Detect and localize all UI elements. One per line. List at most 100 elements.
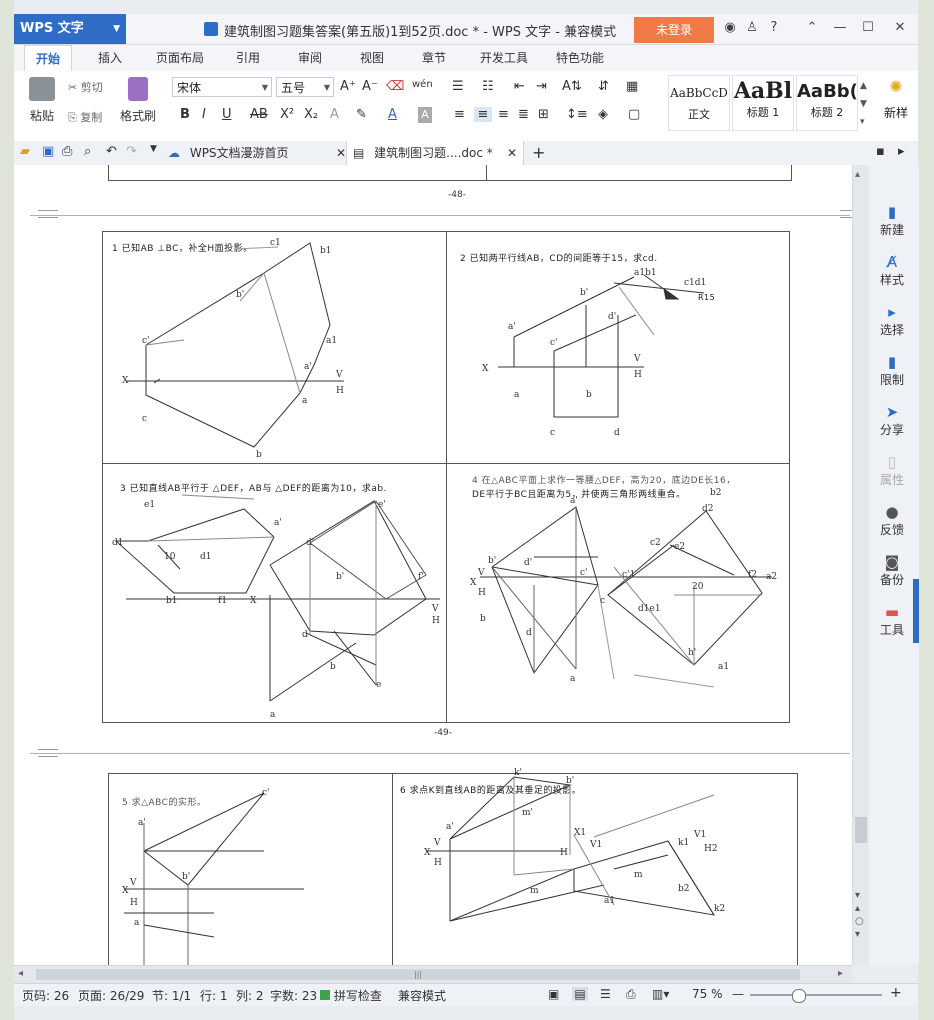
align-center-icon[interactable]: ≡ xyxy=(474,107,492,122)
minimize-icon[interactable]: — xyxy=(832,20,848,36)
spell-check-button[interactable]: 拼写检查 xyxy=(320,987,382,1004)
scroll-nav-icons[interactable]: ▾ ▴ ○ ▾ xyxy=(855,889,864,941)
horizontal-scrollbar[interactable]: ◂ ||| ▸ xyxy=(14,965,852,984)
panel-properties[interactable]: ▯ 属性 xyxy=(865,453,919,488)
new-tab-icon[interactable]: + xyxy=(532,143,545,162)
quick-access-dropdown-icon[interactable]: ▼ xyxy=(150,144,157,154)
print-preview-icon[interactable]: ⌕ xyxy=(84,144,91,159)
redo-icon[interactable]: ↷ xyxy=(126,144,137,159)
font-size-select[interactable]: 五号 ▼ xyxy=(276,77,334,97)
shrink-font-icon[interactable]: A⁻ xyxy=(362,79,378,94)
scrollbar-thumb[interactable] xyxy=(855,817,867,843)
text-effect-icon[interactable]: A xyxy=(330,107,339,122)
text-direction-icon[interactable]: A⇅ xyxy=(562,79,582,94)
format-painter-button[interactable]: 格式刷 xyxy=(118,77,158,124)
collapse-ribbon-icon[interactable]: ⌃ xyxy=(804,20,820,36)
panel-backup[interactable]: ◙ 备份 xyxy=(865,553,919,588)
tab-home[interactable]: 开始 xyxy=(24,45,72,72)
decrease-indent-icon[interactable]: ⇤ xyxy=(514,79,525,94)
distribute-icon[interactable]: ⊞ xyxy=(538,107,549,122)
copy-button[interactable]: ⎘ 复制 xyxy=(68,109,102,125)
reading-view-icon[interactable]: ▥▾ xyxy=(652,987,669,1001)
underline-icon[interactable]: U xyxy=(222,107,232,122)
login-button[interactable]: 未登录 xyxy=(634,17,714,43)
align-right-icon[interactable]: ≡ xyxy=(498,107,509,122)
font-name-select[interactable]: 宋体 ▼ xyxy=(172,77,272,97)
table-icon[interactable]: ▦ xyxy=(626,79,638,94)
zoom-out-icon[interactable]: — xyxy=(732,987,744,1001)
tab-wps-home[interactable]: ☁ WPS文档漫游首页 ✕ xyxy=(168,141,346,165)
paste-button[interactable]: 粘贴 xyxy=(22,77,62,124)
borders-icon[interactable]: ▢ xyxy=(628,107,640,122)
full-screen-icon[interactable]: ▣ xyxy=(548,987,559,1001)
bullet-list-icon[interactable]: ☰ xyxy=(452,79,464,94)
scroll-left-icon[interactable]: ◂ xyxy=(18,968,23,979)
maximize-icon[interactable]: ☐ xyxy=(860,20,876,36)
cut-button[interactable]: ✂ 剪切 xyxy=(68,79,103,95)
tab-view[interactable]: 视图 xyxy=(352,45,392,71)
highlight-icon[interactable]: ✎ xyxy=(356,107,367,122)
superscript-icon[interactable]: X² xyxy=(280,107,294,122)
font-color-icon[interactable]: A xyxy=(388,107,397,122)
zoom-level[interactable]: 75 % xyxy=(692,987,723,1001)
strikethrough-icon[interactable]: AB xyxy=(250,107,268,122)
panel-share[interactable]: ➤ 分享 xyxy=(865,403,919,438)
zoom-slider-thumb[interactable] xyxy=(792,989,806,1003)
new-style-button[interactable]: ✺ 新样 xyxy=(878,77,914,121)
panel-feedback[interactable]: ● 反馈 xyxy=(865,503,919,538)
style-normal[interactable]: AaBbCcD 正文 xyxy=(668,75,730,131)
panel-new[interactable]: ▮ 新建 xyxy=(865,203,919,238)
shirt-icon[interactable]: ♙ xyxy=(744,20,760,36)
wps-app-menu-button[interactable]: WPS 文字 ▼ xyxy=(14,14,126,44)
web-view-icon[interactable]: ⎙ xyxy=(626,987,636,1002)
bold-icon[interactable]: B xyxy=(180,107,190,122)
skin-icon[interactable]: ◉ xyxy=(722,20,738,36)
outline-view-icon[interactable]: ☰ xyxy=(600,987,611,1001)
close-tab-icon[interactable]: ✕ xyxy=(507,141,517,165)
paragraph-shading-icon[interactable]: ◈ xyxy=(598,107,608,122)
numbered-list-icon[interactable]: ☷ xyxy=(482,79,494,94)
panel-restrict[interactable]: ▮ 限制 xyxy=(865,353,919,388)
scroll-right-icon[interactable]: ▸ xyxy=(838,968,843,979)
tab-insert[interactable]: 插入 xyxy=(90,45,130,71)
tab-developer[interactable]: 开发工具 xyxy=(474,45,534,71)
justify-icon[interactable]: ≣ xyxy=(518,107,529,122)
panel-styles[interactable]: A̸ 样式 xyxy=(865,253,919,288)
save-icon[interactable]: ▣ xyxy=(42,144,54,159)
tab-menu-icon[interactable]: ▸ xyxy=(898,144,905,159)
panel-select[interactable]: ▸ 选择 xyxy=(865,303,919,338)
zoom-slider-track[interactable] xyxy=(750,994,882,996)
phonetic-icon[interactable]: wén xyxy=(412,79,433,90)
help-button[interactable]: ? xyxy=(766,20,782,36)
char-shading-icon[interactable]: A xyxy=(418,107,432,123)
tab-special[interactable]: 特色功能 xyxy=(548,45,612,71)
panel-collapse-handle[interactable] xyxy=(913,579,919,643)
tab-page-layout[interactable]: 页面布局 xyxy=(148,45,212,71)
print-icon[interactable]: ⎙ xyxy=(62,144,72,159)
close-tab-icon[interactable]: ✕ xyxy=(336,141,346,165)
grow-font-icon[interactable]: A⁺ xyxy=(340,79,356,94)
undo-icon[interactable]: ↶ xyxy=(106,144,117,159)
tab-list-icon[interactable]: ▪ xyxy=(876,144,885,159)
close-icon[interactable]: ✕ xyxy=(892,20,908,36)
italic-icon[interactable]: I xyxy=(202,107,206,122)
subscript-icon[interactable]: X₂ xyxy=(304,107,318,122)
style-scroll[interactable]: ▲ ▼ ▾ xyxy=(860,77,867,131)
open-folder-icon[interactable]: ▰ xyxy=(20,144,30,159)
increase-indent-icon[interactable]: ⇥ xyxy=(536,79,547,94)
tab-chapter[interactable]: 章节 xyxy=(414,45,454,71)
align-left-icon[interactable]: ≡ xyxy=(454,107,465,122)
style-heading1[interactable]: AaBl 标题 1 xyxy=(732,75,794,131)
zoom-in-icon[interactable]: + xyxy=(890,985,902,1001)
sort-icon[interactable]: ⇵ xyxy=(598,79,609,94)
document-canvas[interactable]: -48- 1 已知AB ⊥BC，补全H面投影。 2 已知两平行线AB，CD的间距… xyxy=(14,165,852,965)
tab-current-document[interactable]: ▤ 建筑制图习题....doc * ✕ xyxy=(346,141,524,165)
tab-review[interactable]: 审阅 xyxy=(290,45,330,71)
style-heading2[interactable]: AaBb( 标题 2 xyxy=(796,75,858,131)
tab-references[interactable]: 引用 xyxy=(228,45,268,71)
clear-format-icon[interactable]: ⌫ xyxy=(386,79,404,94)
page-view-icon[interactable]: ▤ xyxy=(572,987,588,1001)
panel-tools[interactable]: ▬ 工具 xyxy=(865,603,919,638)
scroll-up-icon[interactable]: ▴ xyxy=(855,169,867,181)
line-spacing-icon[interactable]: ↕≡ xyxy=(566,107,588,122)
